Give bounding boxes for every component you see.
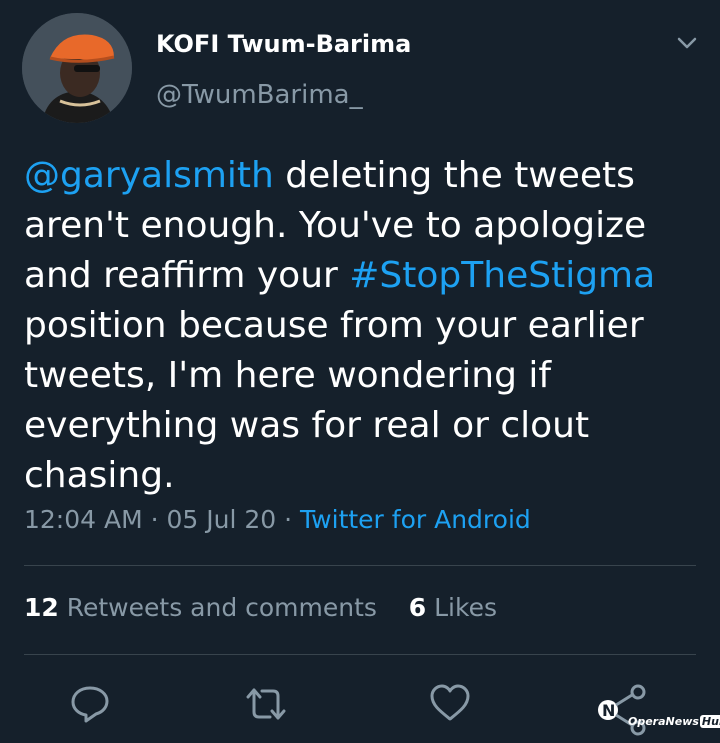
tweet-line: chasing. bbox=[24, 451, 704, 501]
avatar[interactable] bbox=[22, 13, 132, 123]
tweet-meta: 12:04 AM · 05 Jul 20 · Twitter for Andro… bbox=[24, 505, 531, 534]
operanews-watermark: OperaNewsHub bbox=[628, 715, 720, 728]
mention-link[interactable]: @garyalsmith bbox=[24, 155, 274, 196]
retweets-count: 12 bbox=[24, 593, 59, 622]
tweet-date: 05 Jul 20 bbox=[166, 505, 277, 534]
tweet-line: tweets, I'm here wondering if bbox=[24, 351, 704, 401]
retweets-stat[interactable]: 12 Retweets and comments bbox=[24, 593, 377, 622]
watermark-badge: Hub bbox=[699, 715, 720, 728]
meta-separator: · bbox=[142, 505, 167, 534]
retweet-icon[interactable] bbox=[244, 682, 288, 726]
tweet-text-segment: everything was for real or clout bbox=[24, 405, 590, 446]
tweet-line: @garyalsmith deleting the tweets bbox=[24, 151, 704, 201]
likes-count: 6 bbox=[408, 593, 427, 622]
hashtag-link[interactable]: #StopTheStigma bbox=[349, 255, 655, 296]
tweet-line: position because from your earlier bbox=[24, 301, 704, 351]
author-handle[interactable]: @TwumBarima_ bbox=[156, 80, 363, 110]
tweet-text: @garyalsmith deleting the tweets aren't … bbox=[24, 151, 704, 501]
tweet-line: and reaffirm your #StopTheStigma bbox=[24, 251, 704, 301]
chevron-down-icon[interactable] bbox=[670, 30, 704, 58]
likes-stat[interactable]: 6 Likes bbox=[409, 593, 497, 622]
tweet-line: everything was for real or clout bbox=[24, 401, 704, 451]
retweets-label: Retweets and comments bbox=[66, 593, 377, 622]
tweet-source-link[interactable]: Twitter for Android bbox=[300, 505, 531, 534]
heart-icon[interactable] bbox=[428, 682, 472, 726]
tweet-stats: 12 Retweets and comments 6 Likes bbox=[24, 593, 497, 622]
share-icon[interactable]: N bbox=[596, 684, 714, 738]
tweet-text-segment: tweets, I'm here wondering if bbox=[24, 355, 552, 396]
tweet-text-segment: and reaffirm your bbox=[24, 255, 350, 296]
svg-text:N: N bbox=[602, 701, 615, 720]
tweet-line: aren't enough. You've to apologize bbox=[24, 201, 704, 251]
tweet-text-segment: deleting the tweets bbox=[273, 155, 635, 196]
tweet-text-segment: chasing. bbox=[24, 455, 175, 496]
divider bbox=[24, 654, 696, 655]
tweet-time: 12:04 AM bbox=[24, 505, 143, 534]
tweet-text-segment: position because from your earlier bbox=[24, 305, 644, 346]
reply-icon[interactable] bbox=[68, 682, 112, 726]
tweet-text-segment: aren't enough. You've to apologize bbox=[24, 205, 647, 246]
divider bbox=[24, 565, 696, 566]
author-name[interactable]: KOFI Twum-Barima bbox=[156, 30, 411, 58]
watermark-brand: OperaNews bbox=[628, 715, 699, 728]
likes-label: Likes bbox=[434, 593, 497, 622]
meta-separator: · bbox=[276, 505, 301, 534]
